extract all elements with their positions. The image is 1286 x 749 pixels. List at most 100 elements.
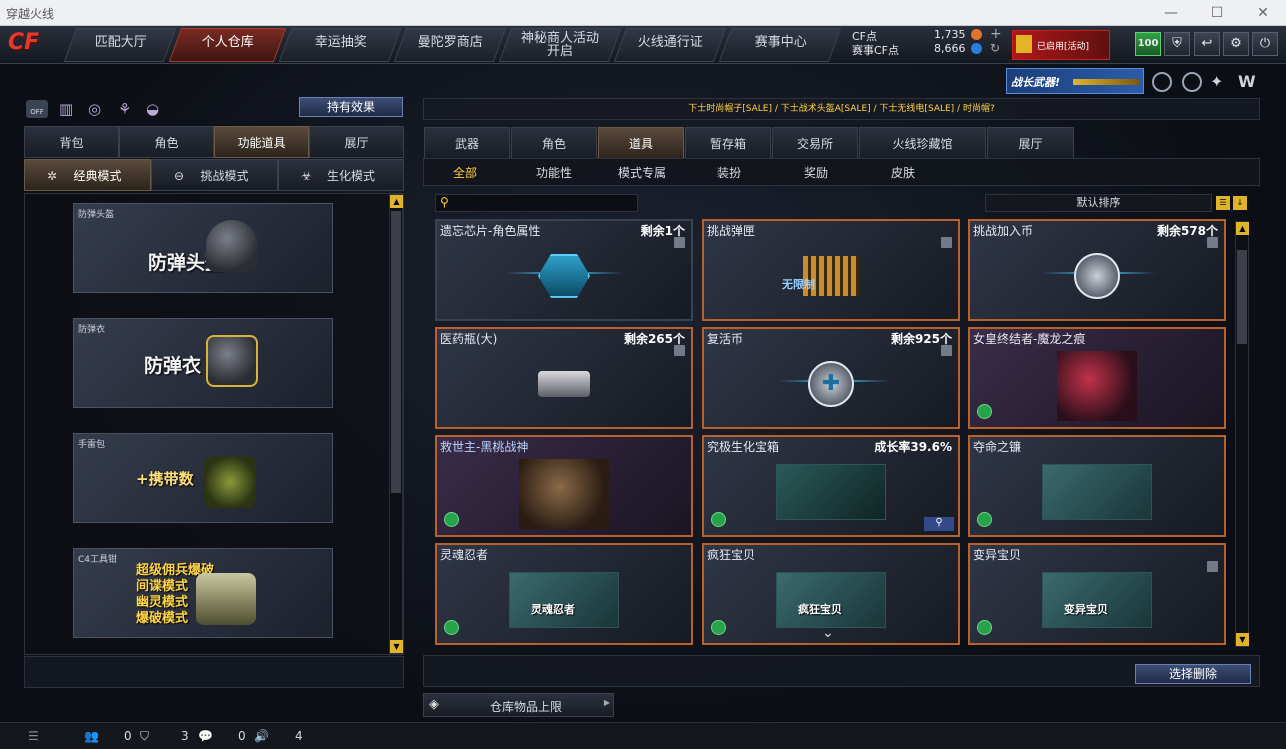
coin-icon — [1074, 252, 1120, 299]
friends-icon[interactable]: 👥 — [84, 729, 99, 743]
scroll-thumb[interactable] — [391, 211, 401, 493]
cycle-icon[interactable]: ◎ — [88, 100, 101, 118]
subtab-mode-exclusive[interactable]: 模式专属 — [612, 158, 672, 188]
chevron-down-icon[interactable]: ⌄ — [822, 625, 834, 641]
trash-icon[interactable] — [1207, 237, 1218, 248]
item-card[interactable]: 医药瓶(大) 剩余265个 — [435, 327, 693, 429]
player-avatar[interactable]: 已启用[活动] — [1012, 30, 1110, 60]
subtab-rewards[interactable]: 奖励 — [793, 158, 839, 188]
vip-icon[interactable]: W — [1238, 72, 1260, 92]
subtab-all[interactable]: 全部 — [440, 158, 490, 188]
volume-icon[interactable]: 🔊 — [254, 729, 269, 743]
target-icon[interactable] — [1182, 72, 1202, 92]
item-card[interactable]: 复活币 剩余925个 ✚ — [702, 327, 960, 429]
nav-tab-event-center[interactable]: 赛事中心 — [718, 28, 842, 62]
runner-icon[interactable]: ⚘ — [118, 100, 131, 118]
item-name: 疯狂宝贝 — [707, 548, 756, 562]
toggle-off-icon[interactable]: OFF — [26, 100, 48, 118]
trash-icon[interactable] — [1207, 561, 1218, 572]
nav-tab-mystery-merchant[interactable]: 神秘商人活动开启 — [498, 28, 622, 62]
event-points-value: 8,666 — [934, 42, 966, 55]
return-icon[interactable]: ↩ — [1194, 32, 1220, 56]
trash-icon[interactable] — [674, 237, 685, 248]
shield-icon[interactable]: ⛨ — [1164, 32, 1190, 56]
subtab-skins[interactable]: 皮肤 — [880, 158, 926, 188]
grenade-icon — [204, 456, 256, 508]
magnify-icon[interactable]: ⚲ — [924, 517, 954, 531]
tab-temp-box[interactable]: 暂存箱 — [685, 127, 771, 159]
search-field[interactable]: ⚲ — [435, 194, 638, 212]
equip-grenade-pack[interactable]: 手雷包 +携带数 — [73, 433, 333, 523]
tab-weapons[interactable]: 武器 — [424, 127, 510, 159]
nav-tab-battle-pass[interactable]: 火线通行证 — [613, 28, 727, 62]
promo-banner[interactable]: 战长武器! — [1006, 68, 1144, 94]
level-badge[interactable]: 100 — [1135, 32, 1161, 56]
left-scrollbar[interactable]: ▲ ▼ — [389, 194, 403, 654]
art-caption: 疯狂宝贝 — [798, 603, 842, 616]
held-effects-button[interactable]: 持有效果 — [299, 97, 403, 117]
shield-small-icon[interactable]: ⛉ — [140, 729, 149, 744]
trash-icon[interactable] — [941, 237, 952, 248]
item-card[interactable]: 挑战弹匣 无限制 — [702, 219, 960, 321]
minimize-button[interactable]: — — [1148, 0, 1194, 26]
chat-icon[interactable]: 💬 — [198, 729, 213, 743]
close-button[interactable]: ✕ — [1240, 0, 1286, 26]
search-icon: ⚲ — [440, 195, 449, 209]
item-card[interactable]: 救世主-黑桃战神 — [435, 435, 693, 537]
scroll-down-icon[interactable]: ▼ — [1236, 633, 1249, 646]
tab-backpack[interactable]: 背包 — [24, 126, 119, 158]
equip-vest[interactable]: 防弹衣 防弹衣 — [73, 318, 333, 408]
grenade-icon[interactable]: ◒ — [146, 100, 159, 118]
scroll-thumb[interactable] — [1237, 250, 1247, 344]
search-input[interactable] — [458, 196, 634, 210]
menu-icon[interactable]: ☰ — [28, 729, 39, 743]
tab-showroom-right[interactable]: 展厅 — [987, 127, 1074, 159]
stats-icon[interactable]: ▥ — [59, 100, 73, 118]
mode-classic[interactable]: ✲ 经典模式 — [24, 159, 151, 191]
item-card[interactable]: 挑战加入币 剩余578个 — [968, 219, 1226, 321]
tab-characters[interactable]: 角色 — [511, 127, 597, 159]
equip-c4-tool[interactable]: C4工具钳 超级佣兵爆破 间谍模式 幽灵模式 爆破模式 — [73, 548, 333, 638]
mode-zombie[interactable]: ☣ 生化模式 — [278, 159, 404, 191]
subtab-cosmetic[interactable]: 装扮 — [706, 158, 752, 188]
scroll-up-icon[interactable]: ▲ — [1236, 222, 1249, 235]
nav-tab-match-hall[interactable]: 匹配大厅 — [63, 28, 177, 62]
sort-direction-icon[interactable]: ↓ — [1233, 196, 1247, 210]
tab-collection[interactable]: 火线珍藏馆 — [859, 127, 986, 159]
list-view-icon[interactable]: ☰ — [1216, 196, 1230, 210]
item-card[interactable]: 究极生化宝箱 成长率39.6% ⚲ — [702, 435, 960, 537]
trash-icon[interactable] — [941, 345, 952, 356]
helmet-icon — [206, 220, 258, 272]
maximize-button[interactable]: ☐ — [1194, 0, 1240, 26]
medal-icon[interactable]: ✦ — [1210, 72, 1230, 92]
subtab-functional[interactable]: 功能性 — [527, 158, 581, 188]
item-card[interactable]: 女皇终结者-魔龙之痕 — [968, 327, 1226, 429]
scroll-up-icon[interactable]: ▲ — [390, 195, 403, 208]
nav-tab-warehouse[interactable]: 个人仓库 — [168, 28, 287, 62]
power-icon[interactable]: ⏻ — [1252, 32, 1278, 56]
item-card[interactable]: 灵魂忍者 灵魂忍者 — [435, 543, 693, 645]
tab-items[interactable]: 道具 — [598, 127, 684, 159]
tab-character[interactable]: 角色 — [119, 126, 214, 158]
gear-icon[interactable]: ⚙ — [1223, 32, 1249, 56]
select-delete-button[interactable]: 选择删除 — [1135, 664, 1251, 684]
nav-tab-lucky-draw[interactable]: 幸运抽奖 — [278, 28, 402, 62]
item-card[interactable]: 疯狂宝贝 疯狂宝贝 ⌄ — [702, 543, 960, 645]
trash-icon[interactable] — [674, 345, 685, 356]
clan-icon[interactable] — [1152, 72, 1172, 92]
nav-tab-mandala-shop[interactable]: 曼陀罗商店 — [393, 28, 507, 62]
equip-helmet[interactable]: 防弹头盔 防弹头盔 — [73, 203, 333, 293]
sort-dropdown[interactable]: 默认排序 — [985, 194, 1212, 212]
item-card[interactable]: 变异宝贝 变异宝贝 — [968, 543, 1226, 645]
scroll-down-icon[interactable]: ▼ — [390, 640, 403, 653]
item-card[interactable]: 遗忘芯片-角色属性 剩余1个 — [435, 219, 693, 321]
capacity-button[interactable]: ◈ 仓库物品上限 ▶ — [423, 693, 614, 717]
item-card[interactable]: 夺命之镰 — [968, 435, 1226, 537]
grid-scrollbar[interactable]: ▲ ▼ — [1235, 221, 1249, 647]
tab-showroom[interactable]: 展厅 — [309, 126, 404, 158]
mode-challenge[interactable]: ⊖ 挑战模式 — [151, 159, 278, 191]
add-points-icon[interactable]: + — [990, 26, 1002, 42]
tab-function-items[interactable]: 功能道具 — [214, 126, 309, 158]
tab-exchange[interactable]: 交易所 — [772, 127, 858, 159]
refresh-points-icon[interactable]: ↻ — [990, 41, 1000, 55]
